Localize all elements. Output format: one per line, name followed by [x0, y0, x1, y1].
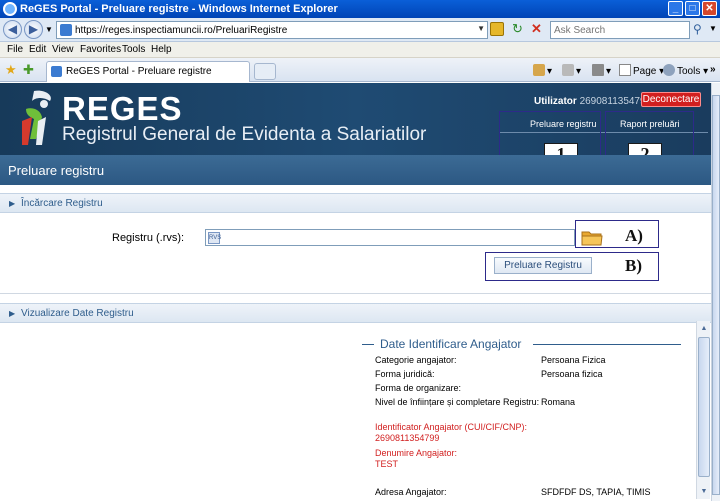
menu-bar: File Edit View Favorites Tools Help: [0, 42, 720, 58]
browse-folder-icon[interactable]: [581, 229, 603, 246]
page-scroll-thumb[interactable]: [712, 95, 720, 495]
page-icon: [619, 64, 631, 76]
tab-bar: ★ ✚ ReGES Portal - Preluare registre ▾ ▾…: [0, 58, 720, 82]
view-section-header[interactable]: ▶ Vizualizare Date Registru: [0, 303, 711, 323]
close-window-button[interactable]: ✕: [702, 1, 717, 16]
register-file-input[interactable]: RVS: [205, 229, 575, 246]
tab-reges-portal[interactable]: ReGES Portal - Preluare registre: [46, 61, 250, 82]
menu-edit[interactable]: Edit: [29, 44, 46, 55]
search-box[interactable]: [550, 21, 690, 39]
menu-view[interactable]: View: [52, 44, 74, 55]
upload-register-button[interactable]: Preluare Registru: [494, 257, 592, 274]
inner-scrollbar[interactable]: ▲ ▼: [696, 321, 710, 499]
heading-rule-right: [533, 344, 681, 345]
employer-id-label: Identificator Angajator (CUI/CIF/CNP):: [375, 422, 528, 432]
home-icon: [533, 64, 545, 76]
page-title: Preluare registru: [8, 163, 105, 178]
field-label: Nivel de înființare și completare Regist…: [375, 397, 540, 407]
field-label: Forma juridică:: [375, 369, 435, 379]
address-toolbar: ◀ ▶ ▼ https://reges.inspectiamuncii.ro/P…: [0, 18, 720, 42]
employer-address-value: SFDFDF DS, TAPIA, TIMIS: [541, 487, 651, 497]
back-arrow-icon: ◀: [7, 22, 18, 36]
maximize-button[interactable]: □: [685, 1, 700, 16]
print-button[interactable]: ▾: [592, 64, 611, 77]
employer-heading: Date Identificare Angajator: [380, 337, 522, 351]
stop-icon[interactable]: ✕: [531, 22, 545, 36]
menu-file[interactable]: File: [7, 44, 23, 55]
scroll-up-icon[interactable]: ▲: [698, 322, 710, 335]
field-label: Categorie angajator:: [375, 355, 457, 365]
page-scrollbar[interactable]: [711, 83, 720, 501]
page-menu-button[interactable]: Page ▾: [619, 64, 664, 77]
field-value: Persoana Fizica: [541, 355, 606, 365]
search-magnifier-icon[interactable]: ⚲: [693, 22, 702, 36]
annotation-label-b: B): [625, 256, 642, 275]
window-title: ReGES Portal - Preluare registre - Windo…: [20, 3, 338, 15]
forward-button[interactable]: ▶: [24, 20, 43, 39]
employer-id-value: 2690811354799: [375, 433, 440, 443]
field-label: Forma de organizare:: [375, 383, 462, 393]
url-dropdown-icon[interactable]: ▼: [477, 24, 485, 33]
new-tab-button[interactable]: [254, 63, 276, 80]
feeds-icon: [562, 64, 574, 76]
heading-rule-left: [362, 344, 374, 345]
minimize-button[interactable]: _: [668, 1, 683, 16]
url-field[interactable]: https://reges.inspectiamuncii.ro/Preluar…: [56, 21, 488, 39]
print-icon: [592, 64, 604, 76]
employer-name-label: Denumire Angajator:: [375, 448, 458, 458]
field-value: Romana: [541, 397, 576, 407]
gear-icon: [663, 64, 675, 76]
field-value: Persoana fizica: [541, 369, 603, 379]
back-button[interactable]: ◀: [3, 20, 22, 39]
ie-logo-icon: [3, 2, 17, 16]
section-divider: [0, 293, 711, 294]
tools-menu-label: Tools: [677, 66, 701, 77]
rvs-file-icon: RVS: [208, 232, 221, 244]
url-text: https://reges.inspectiamuncii.ro/Preluar…: [75, 25, 288, 36]
logo-subtitle: Registrul General de Evidenta a Salariat…: [62, 124, 427, 145]
toolbar-overflow[interactable]: »: [710, 64, 716, 75]
user-info: Utilizator 2690811354799: [534, 96, 651, 107]
lock-icon[interactable]: [490, 22, 504, 36]
menu-favorites[interactable]: Favorites: [80, 44, 121, 55]
history-dropdown-icon[interactable]: ▼: [45, 25, 53, 34]
page-title-bar: Preluare registru: [0, 155, 711, 185]
expand-arrow-icon: ▶: [9, 199, 16, 208]
add-favorite-icon[interactable]: ✚: [23, 62, 34, 78]
search-dropdown-icon[interactable]: ▼: [709, 24, 717, 33]
favorites-star-icon[interactable]: ★: [5, 62, 17, 78]
employer-name-value: TEST: [375, 459, 399, 469]
tab-favicon-icon: [51, 66, 62, 77]
expand-arrow-icon: ▶: [9, 309, 16, 318]
forward-arrow-icon: ▶: [28, 22, 39, 36]
page-favicon-icon: [60, 24, 72, 36]
inner-scroll-thumb[interactable]: [698, 337, 710, 477]
upload-section-title: Încărcare Registru: [21, 198, 103, 209]
user-label: Utilizator: [534, 96, 577, 107]
register-file-label: Registru (.rvs):: [112, 232, 185, 244]
feeds-button[interactable]: ▾: [562, 64, 581, 77]
view-section-title: Vizualizare Date Registru: [21, 308, 134, 319]
logo-title: REGES: [62, 90, 183, 127]
home-button[interactable]: ▾: [533, 64, 552, 77]
employer-address-label: Adresa Angajator:: [375, 487, 447, 497]
annotation-label-a: A): [625, 226, 643, 245]
tab-label: ReGES Portal - Preluare registre: [66, 66, 212, 77]
logout-button[interactable]: Deconectare: [641, 92, 701, 107]
menu-help[interactable]: Help: [151, 44, 172, 55]
scroll-down-icon[interactable]: ▼: [698, 485, 710, 498]
search-input[interactable]: [551, 22, 671, 38]
upload-section-header[interactable]: ▶ Încărcare Registru: [0, 193, 711, 213]
page-menu-label: Page: [633, 66, 657, 77]
refresh-icon[interactable]: ↻: [512, 22, 526, 36]
menu-tools[interactable]: Tools: [122, 44, 145, 55]
window-title-bar: ReGES Portal - Preluare registre - Windo…: [0, 0, 720, 18]
tools-menu-button[interactable]: Tools ▾: [663, 64, 708, 77]
reges-logo-figure-icon: [22, 90, 51, 145]
